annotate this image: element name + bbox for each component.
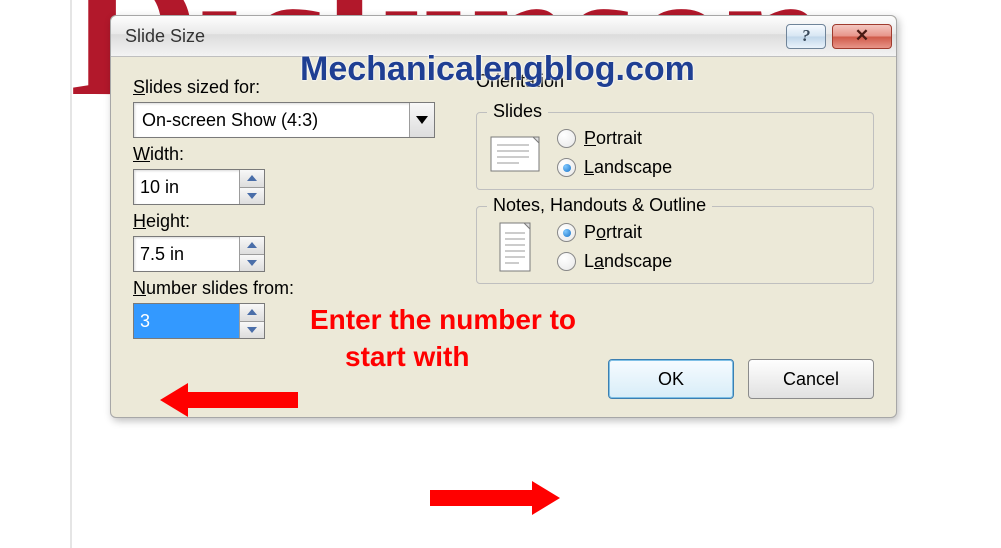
chevron-up-icon <box>247 309 257 315</box>
notes-portrait-label: Portrait <box>584 222 642 243</box>
annotation-line2: start with <box>345 340 469 374</box>
slides-sized-for-combo[interactable]: On-screen Show (4:3) <box>133 102 435 138</box>
number-from-spinner[interactable]: 3 <box>133 303 265 339</box>
slides-portrait-label: Portrait <box>584 128 642 149</box>
height-step-up[interactable] <box>240 237 264 254</box>
chevron-down-icon <box>247 327 257 333</box>
radio-icon <box>557 158 576 177</box>
width-step-down[interactable] <box>240 187 264 205</box>
annotation-line1: Enter the number to <box>310 303 576 337</box>
height-value: 7.5 in <box>134 237 239 271</box>
width-spinner[interactable]: 10 in <box>133 169 265 205</box>
width-step-up[interactable] <box>240 170 264 187</box>
chevron-up-icon <box>247 242 257 248</box>
portrait-page-icon <box>489 221 541 273</box>
help-icon: ? <box>802 26 811 46</box>
annotation-arrow-to-spinner <box>160 375 300 425</box>
slides-landscape-option[interactable]: Landscape <box>557 157 672 178</box>
height-step-down[interactable] <box>240 254 264 272</box>
notes-landscape-label: Landscape <box>584 251 672 272</box>
landscape-page-icon <box>489 127 541 179</box>
chevron-down-icon <box>247 193 257 199</box>
slides-landscape-label: Landscape <box>584 157 672 178</box>
slides-orientation-group: Slides Portrait <box>476 112 874 190</box>
cancel-button[interactable]: Cancel <box>748 359 874 399</box>
slides-sized-for-value: On-screen Show (4:3) <box>134 110 409 131</box>
radio-icon <box>557 223 576 242</box>
number-from-label: Number slides from: <box>133 278 458 299</box>
chevron-up-icon <box>247 175 257 181</box>
height-label: Height: <box>133 211 458 232</box>
close-icon: ✕ <box>855 26 869 46</box>
slides-group-legend: Slides <box>487 101 548 122</box>
dialog-title: Slide Size <box>125 26 780 47</box>
chevron-down-icon <box>247 260 257 266</box>
annotation-arrow-to-ok <box>430 475 560 521</box>
width-label: Width: <box>133 144 458 165</box>
notes-group-legend: Notes, Handouts & Outline <box>487 195 712 216</box>
close-button[interactable]: ✕ <box>832 24 892 49</box>
chevron-down-icon <box>416 116 428 124</box>
watermark-text: Mechanicalengblog.com <box>300 50 695 89</box>
slides-portrait-option[interactable]: Portrait <box>557 128 672 149</box>
combo-dropdown-button[interactable] <box>409 103 434 137</box>
ok-button[interactable]: OK <box>608 359 734 399</box>
number-from-step-up[interactable] <box>240 304 264 321</box>
page-left-margin <box>0 0 72 548</box>
notes-landscape-option[interactable]: Landscape <box>557 251 672 272</box>
radio-icon <box>557 252 576 271</box>
notes-orientation-group: Notes, Handouts & Outline Portrait <box>476 206 874 284</box>
number-from-step-down[interactable] <box>240 321 264 339</box>
height-spinner[interactable]: 7.5 in <box>133 236 265 272</box>
slides-sized-for-label-text: lides sized for: <box>145 77 260 97</box>
radio-icon <box>557 129 576 148</box>
notes-portrait-option[interactable]: Portrait <box>557 222 672 243</box>
width-value: 10 in <box>134 170 239 204</box>
number-from-value: 3 <box>134 304 239 338</box>
help-button[interactable]: ? <box>786 24 826 49</box>
